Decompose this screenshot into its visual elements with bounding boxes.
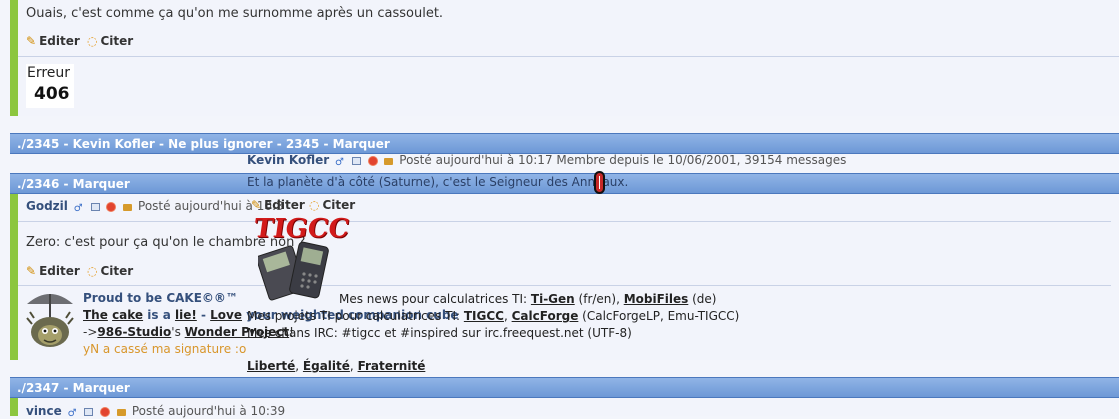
speech-bubble-icon: ◌ [87,34,98,48]
flower-icon [101,408,110,416]
pencil-icon: ✎ [26,34,37,48]
profile-card-icon[interactable] [351,157,361,165]
link-986-studio[interactable]: 986-Studio [97,325,171,339]
signature-irc-line: Mes chans IRC: #tigcc et #inspired sur i… [247,326,632,340]
message-bag-icon[interactable] [123,204,133,211]
male-icon: ♂ [73,203,83,214]
quote-button-2345[interactable]: ◌ Citer [309,198,355,212]
link-the[interactable]: The [83,308,108,322]
edit-button[interactable]: ✎ Editer [26,34,80,48]
edit-button[interactable]: ✎ Editer [26,264,80,278]
profile-card-icon[interactable] [90,203,100,211]
error-label: Erreur [27,65,71,81]
message-bag-icon[interactable] [384,158,394,165]
author-line-2345: Kevin Kofler ♂ Posté aujourd'hui à 10:17… [247,153,847,168]
hedgehog-umbrella-avatar [26,294,74,347]
link-cake[interactable]: cake [112,308,143,322]
post-header-2345[interactable]: ./2345 - Kevin Kofler - Ne plus ignorer … [10,133,1119,154]
error-code: 406 [34,84,70,104]
signature-motto: Liberté, Égalité, Fraternité [247,359,426,373]
edit-button-2345[interactable]: ✎ Editer [251,198,305,212]
speech-bubble-icon: ◌ [87,264,98,278]
calculator-icon [258,241,329,301]
male-icon: ♂ [335,157,344,168]
text-cursor-icon [594,171,605,194]
quote-button[interactable]: ◌ Citer [87,264,133,278]
signature-broken-note: yN a cassé ma signature :o [83,342,247,356]
profile-card-icon[interactable] [84,408,94,416]
quote-button[interactable]: ◌ Citer [87,34,133,48]
post-accent-bar [10,398,18,416]
message-bag-icon[interactable] [117,409,127,416]
speech-bubble-icon: ◌ [309,198,320,212]
link-love[interactable]: Love [210,308,242,322]
author-name[interactable]: Kevin Kofler [247,153,329,167]
error-image: Erreur 406 [26,64,74,108]
link-egalite[interactable]: Égalité [303,359,350,373]
post-accent-bar [10,0,18,116]
signature-title: Proud to be CAKE©®™ [83,291,238,305]
tigcc-logo: TIGCC [252,214,351,304]
link-ti-gen[interactable]: Ti-Gen [531,292,575,306]
link-mobifiles[interactable]: MobiFiles [624,292,689,306]
link-lie[interactable]: lie! [175,308,197,322]
author-name[interactable]: Godzil [26,199,68,213]
signature-news-line: Mes news pour calculatrices TI: Ti-Gen (… [339,292,717,306]
separator [18,221,1111,222]
pencil-icon: ✎ [26,264,37,278]
flower-icon [107,203,116,211]
post-header-2347[interactable]: ./2347 - Marquer [10,377,1119,398]
link-calcforge[interactable]: CalcForge [512,309,579,323]
separator [18,285,1111,286]
post-meta: Posté aujourd'hui à 10:17 Membre depuis … [399,153,847,167]
pencil-icon: ✎ [251,198,262,212]
link-liberte[interactable]: Liberté [247,359,295,373]
link-fraternite[interactable]: Fraternité [358,359,426,373]
post-text: Ouais, c'est comme ça qu'on me surnomme … [26,6,444,21]
flower-icon [368,157,377,165]
post-text-2345: Et la planète d'à côté (Saturne), c'est … [247,175,629,189]
separator [18,56,1119,57]
link-tigcc[interactable]: TIGCC [464,309,504,323]
signature-projects-line: Mes projets TI pour calculatrices TI: TI… [247,309,740,323]
post-accent-bar [10,194,18,360]
author-line: Godzil ♂ Posté aujourd'hui à 10:3 [26,199,284,214]
